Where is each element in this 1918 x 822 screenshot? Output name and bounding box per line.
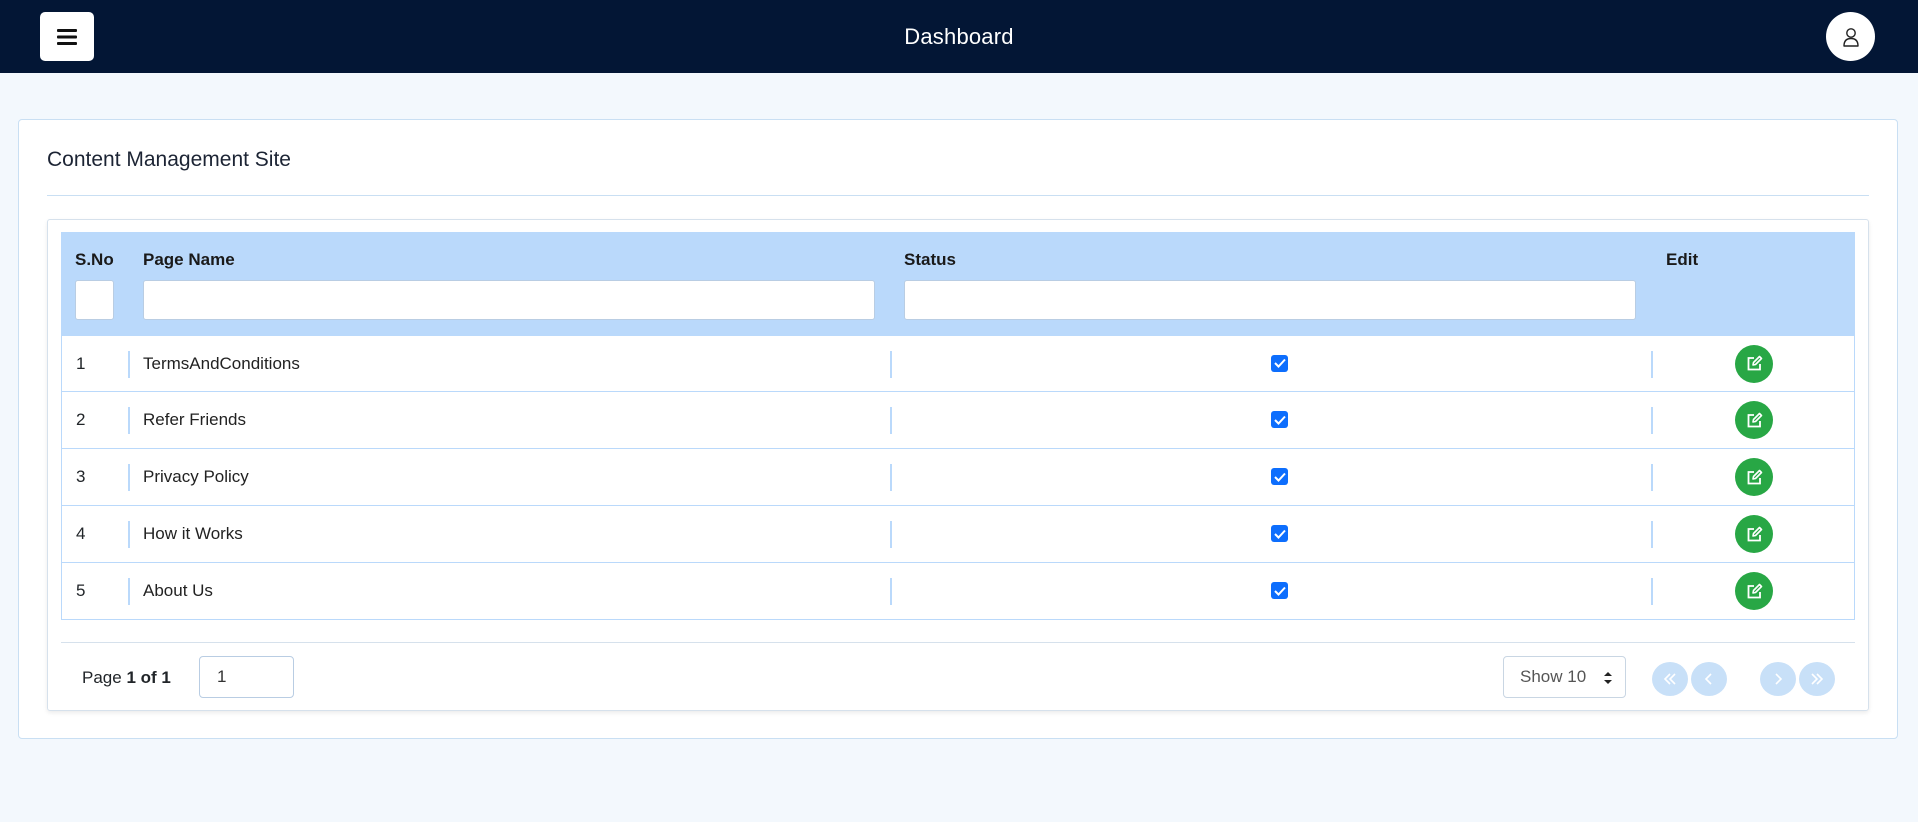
- pagination-divider: [61, 642, 1855, 643]
- status-checkbox[interactable]: [1271, 411, 1288, 428]
- page-size-select[interactable]: Show 10: [1503, 656, 1626, 698]
- column-divider: [128, 578, 130, 605]
- checkmark-icon: [1273, 529, 1286, 539]
- last-page-button[interactable]: [1799, 662, 1835, 696]
- edit-icon: [1747, 526, 1762, 541]
- row-page-name: Refer Friends: [143, 410, 246, 429]
- edit-icon: [1747, 469, 1762, 484]
- table-row: 3 Privacy Policy: [62, 449, 1854, 506]
- edit-button[interactable]: [1735, 344, 1773, 383]
- edit-icon: [1747, 412, 1762, 427]
- status-filter-input[interactable]: [904, 280, 1636, 320]
- table-row: 2 Refer Friends: [62, 392, 1854, 449]
- chevron-left-icon: [1704, 673, 1712, 685]
- column-divider: [128, 407, 130, 434]
- column-divider: [1651, 351, 1653, 378]
- page-info: Page 1 of 1: [82, 666, 171, 690]
- column-divider: [890, 464, 892, 491]
- page-number-input[interactable]: [199, 656, 294, 698]
- column-divider: [128, 464, 130, 491]
- checkmark-icon: [1273, 358, 1286, 368]
- edit-icon: [1747, 583, 1762, 598]
- chevron-right-icon: [1775, 673, 1783, 685]
- page-label: Page: [82, 668, 122, 687]
- content-card: Content Management Site S.No Page Name S…: [18, 119, 1898, 739]
- row-sno: 4: [76, 524, 86, 543]
- table-header: S.No Page Name Status Edit: [61, 232, 1855, 336]
- next-page-button[interactable]: [1760, 662, 1796, 696]
- table-body: 1 TermsAndConditions 2 Refer Friends 3 P…: [61, 336, 1855, 620]
- top-navbar: Dashboard: [0, 0, 1918, 73]
- double-chevron-left-icon: [1663, 673, 1676, 685]
- first-page-button[interactable]: [1652, 662, 1688, 696]
- row-sno: 1: [76, 353, 86, 373]
- page-title: Dashboard: [904, 23, 1014, 49]
- row-page-name: How it Works: [143, 524, 243, 543]
- table-row: 1 TermsAndConditions: [62, 336, 1854, 392]
- status-checkbox[interactable]: [1271, 468, 1288, 485]
- column-divider: [1651, 521, 1653, 548]
- table-row: 5 About Us: [62, 563, 1854, 620]
- checkmark-icon: [1273, 415, 1286, 425]
- page-size-value: Show 10: [1520, 667, 1587, 686]
- edit-button[interactable]: [1735, 458, 1773, 496]
- previous-page-button[interactable]: [1691, 662, 1727, 696]
- double-chevron-right-icon: [1811, 673, 1824, 685]
- column-divider: [128, 351, 130, 378]
- row-sno: 2: [76, 410, 86, 429]
- row-sno: 5: [76, 581, 86, 600]
- status-checkbox[interactable]: [1271, 525, 1288, 542]
- edit-button[interactable]: [1735, 572, 1773, 610]
- column-divider: [1651, 578, 1653, 605]
- column-header-sno[interactable]: S.No: [75, 250, 114, 270]
- table-row: 4 How it Works: [62, 506, 1854, 563]
- row-page-name: Privacy Policy: [143, 467, 249, 486]
- column-divider: [890, 351, 892, 378]
- status-checkbox[interactable]: [1271, 582, 1288, 599]
- card-divider: [47, 195, 1869, 196]
- column-header-status[interactable]: Status: [904, 250, 956, 270]
- column-divider: [890, 407, 892, 434]
- sno-filter-input[interactable]: [75, 280, 114, 320]
- column-header-page-name[interactable]: Page Name: [143, 250, 235, 270]
- sort-arrows-icon: [1604, 672, 1612, 684]
- column-divider: [890, 521, 892, 548]
- checkmark-icon: [1273, 472, 1286, 482]
- edit-button[interactable]: [1735, 401, 1773, 439]
- profile-avatar-button[interactable]: [1826, 12, 1875, 61]
- row-sno: 3: [76, 467, 86, 486]
- card-title: Content Management Site: [47, 148, 291, 171]
- row-page-name: About Us: [143, 581, 213, 600]
- checkmark-icon: [1273, 586, 1286, 596]
- edit-button[interactable]: [1735, 515, 1773, 553]
- status-checkbox[interactable]: [1271, 354, 1288, 372]
- page-name-filter-input[interactable]: [143, 280, 875, 320]
- user-icon: [1842, 27, 1859, 47]
- column-divider: [128, 521, 130, 548]
- hamburger-icon: [57, 28, 77, 45]
- edit-icon: [1747, 355, 1762, 371]
- row-page-name: TermsAndConditions: [143, 353, 300, 373]
- pages-table: S.No Page Name Status Edit 1 TermsAndCon…: [47, 219, 1869, 711]
- page-of-count: 1 of 1: [126, 668, 171, 687]
- menu-toggle-button[interactable]: [40, 12, 94, 61]
- column-divider: [890, 578, 892, 605]
- column-header-edit: Edit: [1666, 250, 1699, 269]
- column-divider: [1651, 407, 1653, 434]
- column-divider: [1651, 464, 1653, 491]
